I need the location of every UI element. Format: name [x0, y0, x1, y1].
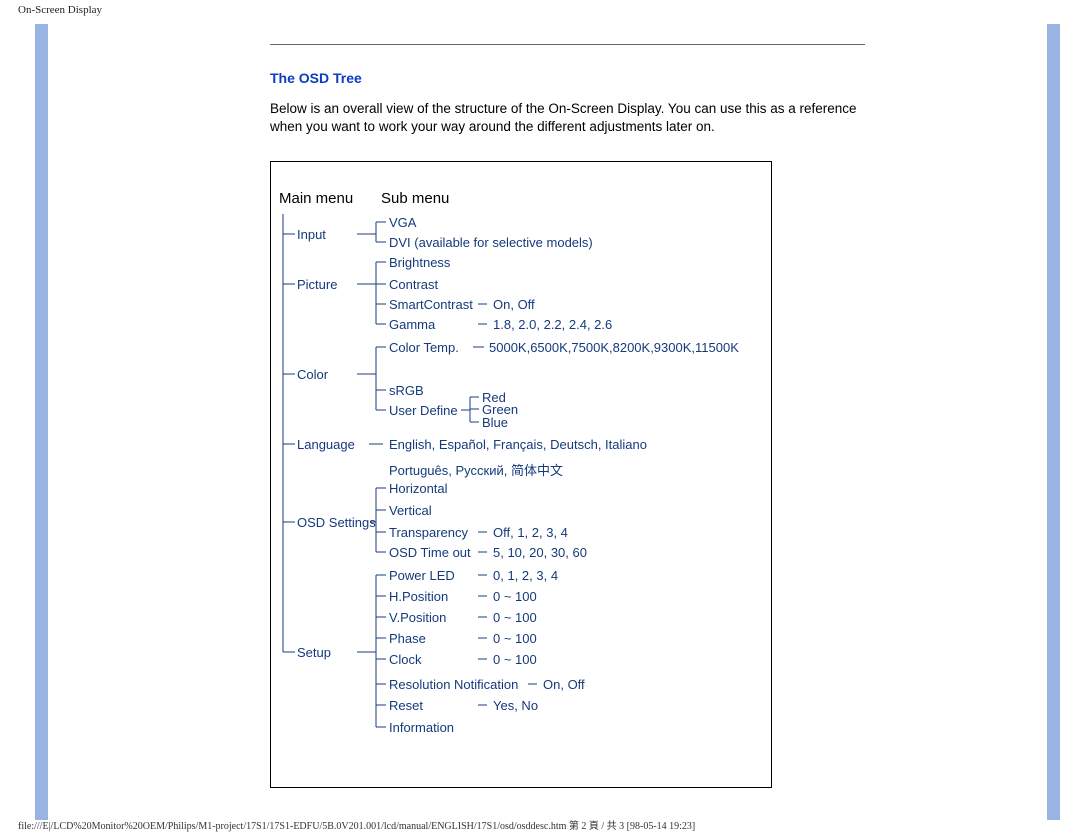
sub-gamma-vals: 1.8, 2.0, 2.2, 2.4, 2.6 — [493, 317, 612, 332]
sub-phase-vals: 0 ~ 100 — [493, 631, 537, 646]
section-title: The OSD Tree — [270, 70, 865, 86]
sub-blue: Blue — [482, 415, 508, 430]
sub-vertical: Vertical — [389, 503, 432, 518]
doc-header-title: On-Screen Display — [18, 4, 102, 16]
sub-information: Information — [389, 720, 454, 735]
sub-power-led-vals: 0, 1, 2, 3, 4 — [493, 568, 558, 583]
page-frame: The OSD Tree Below is an overall view of… — [35, 24, 1060, 820]
sub-osd-timeout: OSD Time out — [389, 545, 471, 560]
sub-phase: Phase — [389, 631, 426, 646]
sub-reset: Reset — [389, 698, 423, 713]
sub-color-temp: Color Temp. — [389, 340, 459, 355]
section-intro: Below is an overall view of the structur… — [270, 100, 865, 136]
sub-vga: VGA — [389, 215, 416, 230]
main-color: Color — [297, 367, 328, 382]
sub-transparency-vals: Off, 1, 2, 3, 4 — [493, 525, 568, 540]
sub-gamma: Gamma — [389, 317, 435, 332]
sub-smartcontrast: SmartContrast — [389, 297, 473, 312]
sub-resolution-notif-vals: On, Off — [543, 677, 585, 692]
sub-menu-header: Sub menu — [381, 190, 449, 207]
sub-transparency: Transparency — [389, 525, 468, 540]
sub-smartcontrast-vals: On, Off — [493, 297, 535, 312]
sub-power-led: Power LED — [389, 568, 455, 583]
sub-languages-1: English, Español, Français, Deutsch, Ita… — [389, 437, 647, 452]
sub-clock: Clock — [389, 652, 422, 667]
right-margin-bar — [1047, 24, 1060, 820]
sub-dvi: DVI (available for selective models) — [389, 235, 593, 250]
sub-hposition: H.Position — [389, 589, 448, 604]
divider — [270, 44, 865, 45]
main-menu-header: Main menu — [279, 190, 353, 207]
sub-vposition-vals: 0 ~ 100 — [493, 610, 537, 625]
left-margin-bar — [35, 24, 48, 820]
footer-path: file:///E|/LCD%20Monitor%20OEM/Philips/M… — [18, 817, 695, 832]
main-input: Input — [297, 227, 326, 242]
main-picture: Picture — [297, 277, 337, 292]
main-osd-settings: OSD Settings — [297, 515, 376, 530]
sub-languages-2: Português, Русский, 简体中文 — [389, 460, 563, 479]
main-setup: Setup — [297, 645, 331, 660]
sub-vposition: V.Position — [389, 610, 446, 625]
sub-horizontal: Horizontal — [389, 481, 448, 496]
main-language: Language — [297, 437, 355, 452]
sub-clock-vals: 0 ~ 100 — [493, 652, 537, 667]
sub-user-define: User Define — [389, 403, 458, 418]
sub-contrast: Contrast — [389, 277, 438, 292]
sub-brightness: Brightness — [389, 255, 450, 270]
sub-hposition-vals: 0 ~ 100 — [493, 589, 537, 604]
sub-osd-timeout-vals: 5, 10, 20, 30, 60 — [493, 545, 587, 560]
sub-srgb: sRGB — [389, 383, 424, 398]
content-area: The OSD Tree Below is an overall view of… — [270, 44, 865, 788]
osd-tree: Main menu Sub menu — [271, 162, 771, 230]
sub-resolution-notif: Resolution Notification — [389, 677, 518, 692]
sub-reset-vals: Yes, No — [493, 698, 538, 713]
sub-color-temp-vals: 5000K,6500K,7500K,8200K,9300K,11500K — [489, 340, 739, 355]
osd-tree-box: Main menu Sub menu — [270, 161, 772, 788]
